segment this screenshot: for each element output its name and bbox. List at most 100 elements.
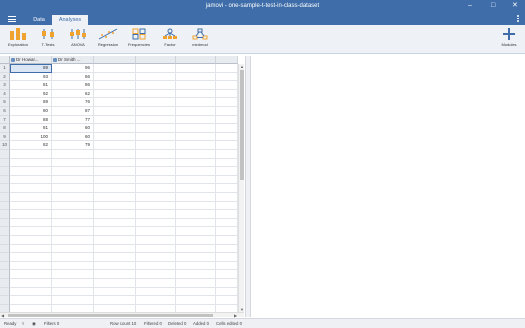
row-number[interactable]: 4	[0, 89, 10, 99]
data-cell[interactable]	[10, 261, 52, 271]
frequencies-button[interactable]: Frequencies	[124, 28, 154, 52]
data-cell[interactable]	[136, 89, 176, 99]
data-cell[interactable]	[52, 279, 94, 288]
data-cell[interactable]	[216, 124, 238, 133]
data-cell[interactable]	[52, 175, 94, 185]
data-cell[interactable]: 92	[10, 89, 52, 99]
data-cell[interactable]	[136, 253, 176, 262]
row-number[interactable]	[0, 227, 10, 236]
data-cell[interactable]: 76	[52, 98, 94, 107]
data-cell[interactable]	[136, 81, 176, 90]
data-cell[interactable]	[94, 244, 136, 254]
data-cell[interactable]	[94, 124, 136, 133]
data-cell[interactable]	[52, 193, 94, 202]
data-cell[interactable]	[94, 253, 136, 262]
data-cell[interactable]	[176, 287, 216, 297]
data-cell[interactable]	[52, 244, 94, 254]
data-cell[interactable]	[136, 287, 176, 297]
data-cell[interactable]: 89	[10, 64, 52, 73]
data-cell[interactable]	[176, 89, 216, 99]
row-number[interactable]	[0, 270, 10, 279]
data-cell[interactable]	[136, 236, 176, 245]
row-number[interactable]: 3	[0, 81, 10, 90]
sheet-corner[interactable]	[0, 56, 10, 64]
data-cell[interactable]	[216, 184, 238, 193]
data-cell[interactable]	[136, 150, 176, 159]
data-cell[interactable]	[176, 270, 216, 279]
medmod-button[interactable]: medmod	[185, 28, 215, 52]
row-number[interactable]	[0, 218, 10, 228]
data-cell[interactable]	[176, 158, 216, 168]
column-header-dr-howard[interactable]: Dr Howar...	[10, 56, 52, 64]
row-number[interactable]	[0, 253, 10, 262]
tab-data[interactable]: Data	[27, 15, 51, 25]
data-cell[interactable]	[216, 132, 238, 142]
data-cell[interactable]	[136, 107, 176, 116]
data-cell[interactable]: 87	[52, 107, 94, 116]
anova-button[interactable]: ANOVA	[63, 28, 93, 52]
column-header-empty[interactable]	[136, 56, 176, 64]
row-number[interactable]	[0, 287, 10, 297]
data-cell[interactable]	[10, 253, 52, 262]
data-cell[interactable]	[136, 201, 176, 211]
data-cell[interactable]	[176, 236, 216, 245]
data-cell[interactable]	[10, 279, 52, 288]
data-cell[interactable]	[216, 72, 238, 82]
data-cell[interactable]	[176, 175, 216, 185]
data-cell[interactable]	[94, 158, 136, 168]
data-cell[interactable]	[94, 167, 136, 176]
row-number[interactable]: 6	[0, 107, 10, 116]
data-cell[interactable]	[176, 261, 216, 271]
row-number[interactable]: 1	[0, 64, 10, 73]
data-cell[interactable]	[216, 81, 238, 90]
data-cell[interactable]	[52, 150, 94, 159]
row-number[interactable]	[0, 236, 10, 245]
data-cell[interactable]	[52, 287, 94, 297]
data-cell[interactable]	[136, 141, 176, 150]
data-cell[interactable]	[136, 132, 176, 142]
data-cell[interactable]	[216, 236, 238, 245]
data-cell[interactable]: 60	[52, 124, 94, 133]
modules-button[interactable]: Modules	[494, 28, 524, 52]
tab-analyses[interactable]: Analyses	[52, 15, 88, 25]
data-cell[interactable]	[136, 115, 176, 125]
data-cell[interactable]	[136, 279, 176, 288]
data-cell[interactable]	[10, 218, 52, 228]
maximize-icon[interactable]: □	[491, 2, 495, 10]
data-cell[interactable]	[10, 184, 52, 193]
data-cell[interactable]	[136, 72, 176, 82]
data-cell[interactable]	[216, 244, 238, 254]
eye-icon[interactable]: ◉	[32, 319, 36, 328]
data-cell[interactable]	[94, 261, 136, 271]
data-cell[interactable]	[94, 107, 136, 116]
filter-icon[interactable]: ▿	[22, 319, 24, 328]
data-cell[interactable]	[94, 296, 136, 305]
data-cell[interactable]	[216, 253, 238, 262]
data-cell[interactable]	[216, 193, 238, 202]
data-cell[interactable]	[94, 193, 136, 202]
data-cell[interactable]	[216, 150, 238, 159]
data-cell[interactable]	[52, 158, 94, 168]
data-cell[interactable]	[176, 218, 216, 228]
data-cell[interactable]	[10, 201, 52, 211]
data-cell[interactable]	[10, 150, 52, 159]
data-cell[interactable]	[216, 287, 238, 297]
horizontal-scroll-thumb[interactable]	[8, 314, 213, 317]
regression-button[interactable]: Regression	[93, 28, 123, 52]
row-number[interactable]	[0, 184, 10, 193]
data-cell[interactable]	[52, 167, 94, 176]
data-cell[interactable]	[176, 201, 216, 211]
data-cell[interactable]	[216, 141, 238, 150]
data-cell[interactable]	[94, 141, 136, 150]
data-cell[interactable]	[10, 270, 52, 279]
column-header-empty[interactable]	[176, 56, 216, 64]
data-cell[interactable]: 96	[52, 64, 94, 73]
data-cell[interactable]	[52, 218, 94, 228]
data-cell[interactable]	[136, 218, 176, 228]
row-number[interactable]	[0, 158, 10, 168]
data-cell[interactable]	[10, 175, 52, 185]
data-cell[interactable]	[176, 98, 216, 107]
row-number[interactable]	[0, 201, 10, 211]
data-cell[interactable]	[136, 296, 176, 305]
row-number[interactable]	[0, 210, 10, 219]
